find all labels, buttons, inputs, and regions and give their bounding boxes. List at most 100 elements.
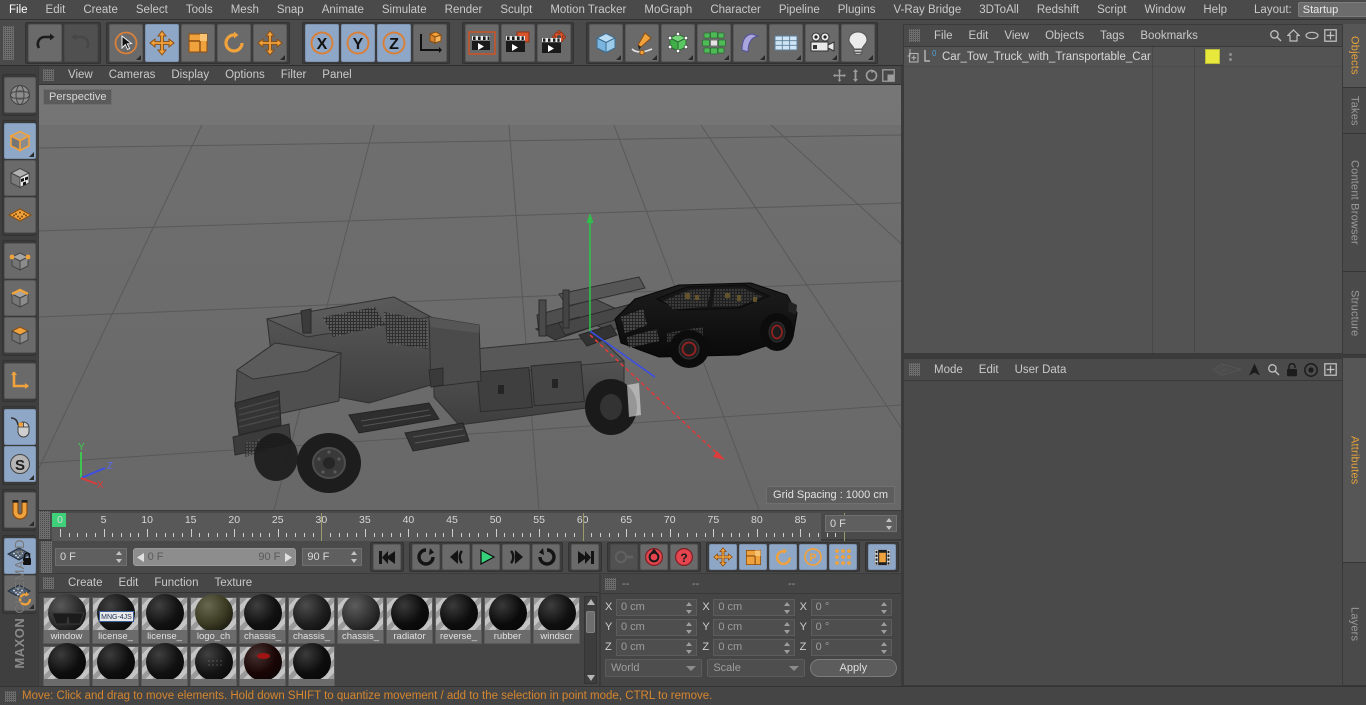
play-forward-loop-button[interactable] bbox=[532, 544, 560, 570]
rotation-y-field[interactable]: 0 ° bbox=[810, 618, 892, 636]
material-swatch[interactable]: windscr bbox=[533, 594, 580, 644]
rotation-z-field[interactable]: 0 ° bbox=[810, 638, 892, 656]
dolly-icon[interactable] bbox=[850, 68, 861, 82]
render-to-picture-viewer-button[interactable] bbox=[501, 23, 535, 62]
status-grip[interactable] bbox=[5, 690, 16, 702]
stepper-icon[interactable] bbox=[783, 641, 791, 654]
tool-options-corner[interactable] bbox=[280, 54, 285, 60]
go-to-end-button[interactable] bbox=[571, 544, 599, 570]
add-deformer-button[interactable] bbox=[733, 23, 767, 62]
arrow-up-icon[interactable] bbox=[1248, 363, 1261, 376]
object-manager-grip[interactable] bbox=[909, 29, 920, 42]
start-frame-field[interactable]: 0 F bbox=[55, 548, 127, 566]
right-tab-attributes[interactable]: Attributes bbox=[1343, 358, 1366, 563]
material-swatch[interactable] bbox=[141, 643, 188, 686]
ellipse-icon[interactable] bbox=[1305, 31, 1319, 40]
plane-icon[interactable] bbox=[1212, 363, 1242, 376]
material-swatch[interactable]: license_ bbox=[141, 594, 188, 644]
stepper-icon[interactable] bbox=[880, 641, 888, 654]
material-grip[interactable] bbox=[43, 577, 54, 589]
tool-options-corner[interactable] bbox=[29, 152, 34, 157]
stepper-icon[interactable] bbox=[686, 641, 693, 654]
position-key-button[interactable] bbox=[709, 544, 737, 570]
dynamic-place-tool[interactable] bbox=[253, 23, 287, 62]
menu-plugins[interactable]: Plugins bbox=[829, 0, 885, 20]
material-scrollbar[interactable] bbox=[584, 596, 597, 684]
model-mode-button[interactable] bbox=[4, 123, 36, 159]
layout-select[interactable]: Startup bbox=[1297, 2, 1366, 17]
material-swatch[interactable]: chassis_ bbox=[239, 594, 286, 644]
material-menu-edit[interactable]: Edit bbox=[111, 574, 147, 593]
attributes-menu-mode[interactable]: Mode bbox=[926, 359, 971, 381]
add-scene-object-button[interactable] bbox=[769, 23, 803, 62]
object-menu-objects[interactable]: Objects bbox=[1037, 25, 1092, 47]
stepper-icon[interactable] bbox=[880, 601, 888, 614]
coordinates-grip[interactable] bbox=[605, 577, 616, 590]
go-to-start-button[interactable] bbox=[373, 544, 401, 570]
tool-options-corner[interactable] bbox=[29, 521, 34, 526]
add-generator-button[interactable] bbox=[661, 23, 695, 62]
tool-options-corner[interactable] bbox=[616, 54, 621, 60]
material-swatch[interactable] bbox=[43, 643, 90, 686]
tool-options-corner[interactable] bbox=[652, 54, 657, 60]
menu-mograph[interactable]: MoGraph bbox=[635, 0, 701, 20]
tool-options-corner[interactable] bbox=[136, 54, 141, 60]
lock-icon[interactable] bbox=[1286, 362, 1298, 377]
range-right-arrow-icon[interactable] bbox=[283, 552, 293, 562]
autokeying-button[interactable] bbox=[640, 544, 668, 570]
go-to-previous-frame-button[interactable] bbox=[442, 544, 470, 570]
object-menu-bookmarks[interactable]: Bookmarks bbox=[1132, 25, 1206, 47]
object-row-car-tow-truck[interactable]: 0 Car_Tow_Truck_with_Transportable_Car bbox=[904, 47, 1342, 67]
material-menu-create[interactable]: Create bbox=[60, 574, 111, 593]
layer-color-chip[interactable] bbox=[1205, 49, 1220, 64]
y-axis-lock[interactable]: Y bbox=[341, 23, 375, 62]
timeline-toggle-button[interactable] bbox=[868, 544, 896, 570]
live-selection-tool[interactable] bbox=[109, 23, 143, 62]
menu-create[interactable]: Create bbox=[74, 0, 127, 20]
menu-window[interactable]: Window bbox=[1135, 0, 1194, 20]
enable-axis-modification-button[interactable] bbox=[4, 363, 36, 399]
material-swatch[interactable] bbox=[239, 643, 286, 686]
menu-redshift[interactable]: Redshift bbox=[1028, 0, 1088, 20]
expand-icon[interactable] bbox=[1324, 29, 1337, 42]
texture-mode-button[interactable] bbox=[4, 160, 36, 196]
menu-file[interactable]: File bbox=[0, 0, 37, 20]
material-swatch-grid[interactable]: window MNG-4JS license_ license_ logo_ch chas… bbox=[39, 593, 599, 686]
workplane-mode-button[interactable] bbox=[4, 197, 36, 233]
go-to-next-frame-button[interactable] bbox=[502, 544, 530, 570]
3d-viewport[interactable]: Perspective Grid Spacing : 1000 cm Y Z X bbox=[39, 85, 901, 510]
material-swatch[interactable] bbox=[288, 643, 335, 686]
material-swatch[interactable]: rubber bbox=[484, 594, 531, 644]
record-active-objects-button[interactable] bbox=[610, 544, 638, 570]
menu-pipeline[interactable]: Pipeline bbox=[770, 0, 829, 20]
tool-options-corner[interactable] bbox=[832, 54, 837, 60]
tool-options-corner[interactable] bbox=[688, 54, 693, 60]
scale-tool[interactable] bbox=[181, 23, 215, 62]
tool-options-corner[interactable] bbox=[724, 54, 729, 60]
stepper-icon[interactable] bbox=[115, 551, 123, 563]
stepper-icon[interactable] bbox=[783, 601, 791, 614]
rotate-icon[interactable] bbox=[865, 68, 878, 82]
right-tab-content-browser[interactable]: Content Browser bbox=[1343, 134, 1366, 272]
object-menu-tags[interactable]: Tags bbox=[1092, 25, 1132, 47]
end-frame-field[interactable]: 90 F bbox=[302, 548, 362, 566]
viewport-menu-options[interactable]: Options bbox=[217, 66, 273, 85]
current-frame-field[interactable]: 0 F bbox=[825, 515, 897, 532]
menu-edit[interactable]: Edit bbox=[37, 0, 75, 20]
z-axis-lock[interactable]: Z bbox=[377, 23, 411, 62]
object-menu-edit[interactable]: Edit bbox=[961, 25, 997, 47]
render-view-button[interactable] bbox=[465, 23, 499, 62]
menu-sculpt[interactable]: Sculpt bbox=[491, 0, 541, 20]
preview-range-slider[interactable]: 0 F 90 F bbox=[132, 548, 297, 566]
menu-select[interactable]: Select bbox=[127, 0, 177, 20]
size-y-field[interactable]: 0 cm bbox=[713, 618, 795, 636]
object-manager-tree[interactable]: 0 Car_Tow_Truck_with_Transportable_Car bbox=[904, 47, 1342, 353]
play-backwards-loop-button[interactable] bbox=[412, 544, 440, 570]
rotation-x-field[interactable]: 0 ° bbox=[810, 598, 892, 616]
attributes-grip[interactable] bbox=[909, 363, 920, 376]
pan-icon[interactable] bbox=[833, 68, 846, 82]
add-cube-button[interactable] bbox=[589, 23, 623, 62]
timeline-grip[interactable] bbox=[39, 511, 50, 539]
viewport-menu-display[interactable]: Display bbox=[163, 66, 217, 85]
scroll-down-icon[interactable] bbox=[587, 675, 595, 681]
